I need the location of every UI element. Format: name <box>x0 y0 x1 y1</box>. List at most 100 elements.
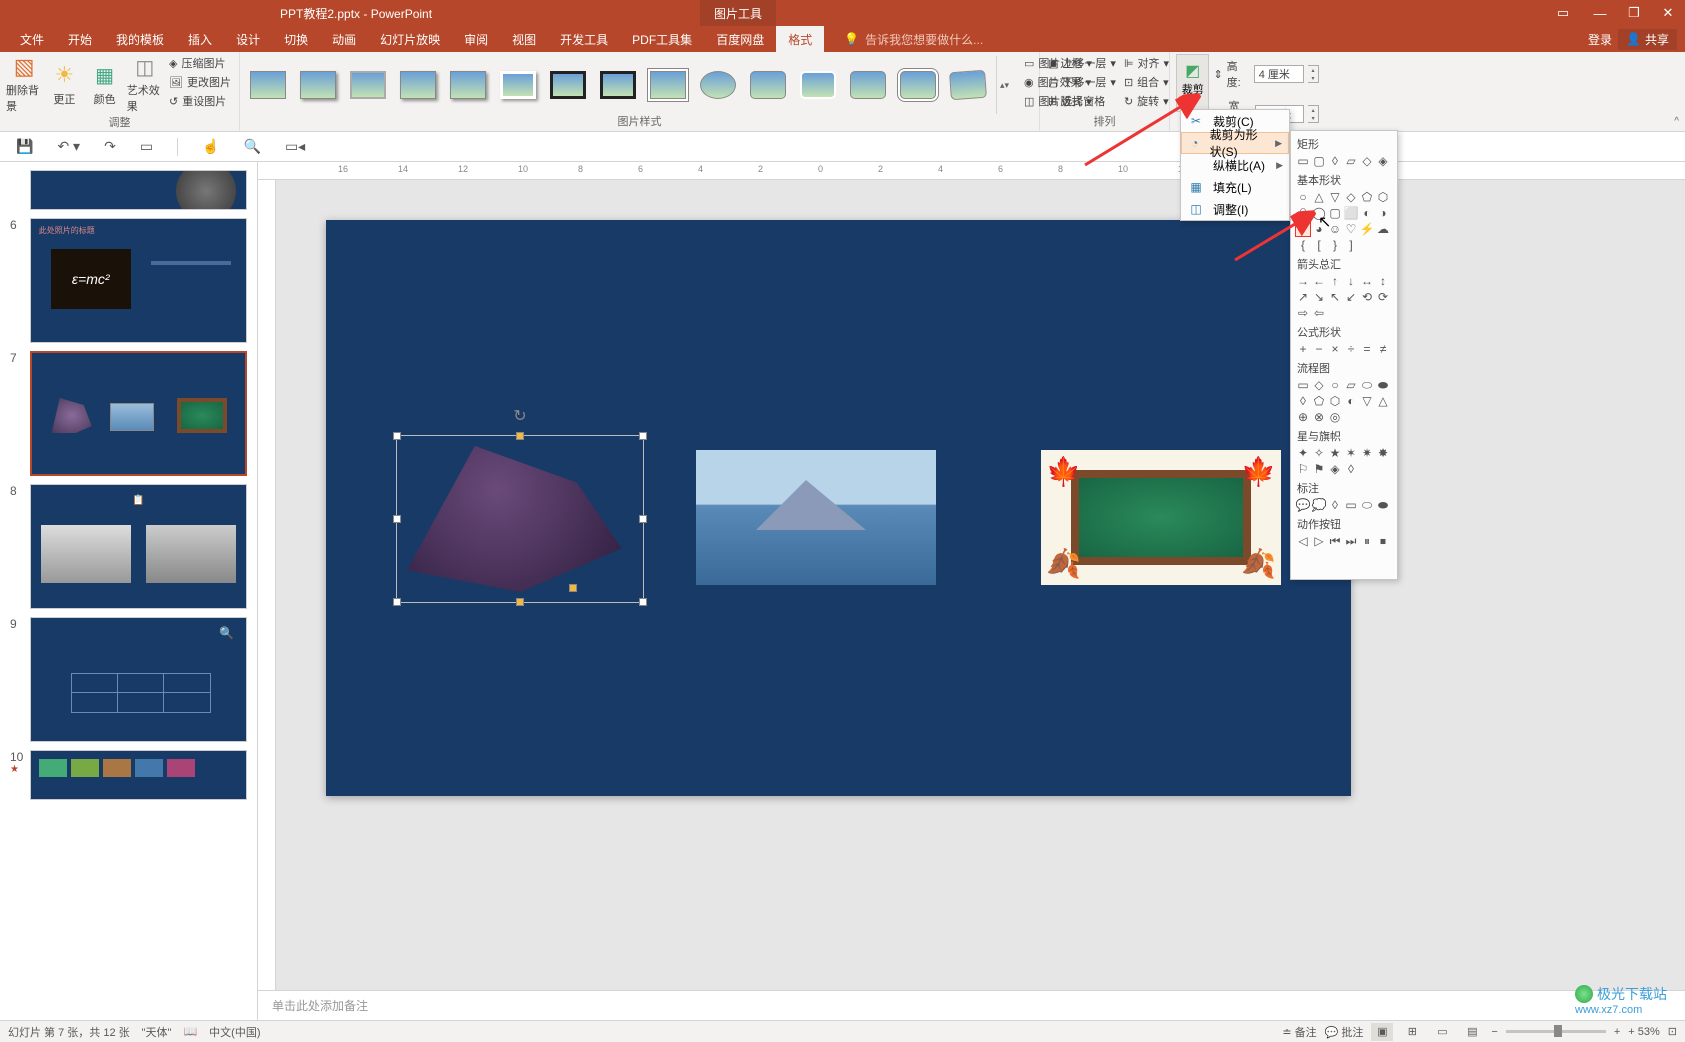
crop-button[interactable]: ◩ 裁剪 ▾ <box>1176 54 1209 112</box>
tab-transitions[interactable]: 切换 <box>272 26 320 52</box>
pic-style-11[interactable] <box>746 65 790 105</box>
fit-to-window-icon[interactable]: ⊡ <box>1668 1025 1677 1038</box>
pic-style-10[interactable] <box>696 65 740 105</box>
slide-thumb-10[interactable] <box>30 750 247 800</box>
tab-format[interactable]: 格式 <box>776 26 824 52</box>
pic-style-3[interactable] <box>346 65 390 105</box>
picture-styles-gallery[interactable]: ▴▾ <box>246 54 1012 112</box>
crop-menu-icon: ✂ <box>1187 114 1205 128</box>
share-button[interactable]: 👤 共享 <box>1618 29 1677 50</box>
tab-slideshow[interactable]: 幻灯片放映 <box>368 26 452 52</box>
pic-style-13[interactable] <box>846 65 890 105</box>
rotate-button[interactable]: ↻旋转 ▾ <box>1122 92 1171 110</box>
pic-style-12[interactable] <box>796 65 840 105</box>
tab-animations[interactable]: 动画 <box>320 26 368 52</box>
pic-style-6[interactable] <box>496 65 540 105</box>
pic-style-1[interactable] <box>246 65 290 105</box>
change-picture-button[interactable]: 🖼更改图片 <box>167 73 233 91</box>
slideshow-view-icon[interactable]: ▤ <box>1461 1023 1483 1041</box>
pic-style-5[interactable] <box>446 65 490 105</box>
tab-insert[interactable]: 插入 <box>176 26 224 52</box>
compress-picture-button[interactable]: ◈压缩图片 <box>167 54 233 72</box>
tab-design[interactable]: 设计 <box>224 26 272 52</box>
start-from-beginning-button[interactable]: ▭ <box>140 138 153 155</box>
tab-pdf[interactable]: PDF工具集 <box>620 26 704 52</box>
pic-style-15[interactable] <box>946 65 990 105</box>
artistic-effects-button[interactable]: ◫ 艺术效果 <box>127 54 163 114</box>
undo-button[interactable]: ↶ ▾ <box>57 138 80 155</box>
tab-review[interactable]: 审阅 <box>452 26 500 52</box>
menu-fill[interactable]: ▦填充(L) <box>1181 176 1289 198</box>
slide-thumb-8[interactable]: 📋 <box>30 484 247 609</box>
slide-thumb-9[interactable]: 🔍 <box>30 617 247 742</box>
zoom-icon[interactable]: 🔍 <box>244 138 261 155</box>
height-input[interactable]: 4 厘米 <box>1254 65 1304 83</box>
collapse-ribbon-icon[interactable]: ^ <box>1674 116 1679 127</box>
sorter-view-icon[interactable]: ⊞ <box>1401 1023 1423 1041</box>
align-button[interactable]: ⊫对齐 ▾ <box>1122 54 1171 72</box>
reset-picture-button[interactable]: ↺重设图片 <box>167 92 233 110</box>
close-button[interactable]: ✕ <box>1651 0 1685 26</box>
normal-view-icon[interactable]: ▣ <box>1371 1023 1393 1041</box>
chalkboard-picture[interactable]: 🍁 🍁 🍂 🍂 <box>1041 450 1281 585</box>
group-button[interactable]: ⊡组合 ▾ <box>1122 73 1171 91</box>
slide-thumbnails-panel[interactable]: 6 此处照片的标题 ε=mc² 7 8 📋 <box>0 162 258 1020</box>
crop-dropdown-menu: ✂裁剪(C) ◔裁剪为形状(S)▶ 纵横比(A)▶ ▦填充(L) ◫调整(I) <box>1180 109 1290 221</box>
ribbon-display-options-icon[interactable]: ▭ <box>1543 0 1583 26</box>
width-spinner[interactable]: ▴▾ <box>1308 105 1319 123</box>
rotate-handle-icon[interactable]: ↻ <box>513 406 526 426</box>
send-backward-button[interactable]: ▢下移一层 ▾ <box>1046 73 1118 91</box>
slide-canvas[interactable]: ↻ <box>326 220 1351 796</box>
color-button[interactable]: ▦ 颜色 <box>87 54 123 114</box>
pic-style-4[interactable] <box>396 65 440 105</box>
tab-developer[interactable]: 开发工具 <box>548 26 620 52</box>
comments-toggle[interactable]: 💬 批注 <box>1325 1024 1364 1040</box>
tab-home[interactable]: 开始 <box>56 26 104 52</box>
save-icon[interactable]: 💾 <box>16 138 33 155</box>
menu-aspect-ratio[interactable]: 纵横比(A)▶ <box>1181 154 1289 176</box>
slide-thumb-5[interactable] <box>30 170 247 210</box>
menu-fit[interactable]: ◫调整(I) <box>1181 198 1289 220</box>
remove-background-button[interactable]: ▧ 删除背景 <box>6 54 42 114</box>
notes-pane[interactable]: 单击此处添加备注 <box>258 990 1685 1020</box>
slide-number-10: 10★ <box>10 750 24 800</box>
login-link[interactable]: 登录 <box>1588 31 1612 48</box>
zoom-level[interactable]: + 53% <box>1628 1026 1660 1038</box>
tell-me-search[interactable]: 💡 告诉我您想要做什么... <box>844 31 983 48</box>
tab-file[interactable]: 文件 <box>8 26 56 52</box>
slide-canvas-area[interactable]: ↻ <box>276 180 1685 990</box>
minimize-button[interactable]: — <box>1583 0 1617 26</box>
touch-mode-icon[interactable]: ☝ <box>202 138 219 155</box>
redo-button[interactable]: ↷ <box>104 138 116 155</box>
shapes-category-flowchart: 流程图 <box>1293 357 1395 377</box>
selected-picture[interactable]: ↻ <box>396 435 644 603</box>
tab-view[interactable]: 视图 <box>500 26 548 52</box>
tab-templates[interactable]: 我的模板 <box>104 26 176 52</box>
share-label: 共享 <box>1645 31 1669 48</box>
corrections-button[interactable]: ☀ 更正 <box>46 54 82 114</box>
pic-style-8[interactable] <box>596 65 640 105</box>
restore-button[interactable]: ❐ <box>1617 0 1651 26</box>
language-indicator[interactable]: 中文(中国) <box>209 1024 260 1040</box>
macros-icon[interactable]: ▭◂ <box>285 138 305 155</box>
tab-baidu[interactable]: 百度网盘 <box>704 26 776 52</box>
notes-toggle[interactable]: ≐ 备注 <box>1282 1024 1316 1040</box>
slide-thumb-6[interactable]: 此处照片的标题 ε=mc² <box>30 218 247 343</box>
pic-style-2[interactable] <box>296 65 340 105</box>
menu-crop-to-shape[interactable]: ◔裁剪为形状(S)▶ <box>1181 132 1289 154</box>
pic-style-14[interactable] <box>896 65 940 105</box>
slide-thumb-7[interactable] <box>30 351 247 476</box>
pic-style-7[interactable] <box>546 65 590 105</box>
reading-view-icon[interactable]: ▭ <box>1431 1023 1453 1041</box>
spellcheck-icon[interactable]: 📖 <box>183 1025 197 1038</box>
zoom-slider[interactable] <box>1506 1030 1606 1033</box>
gallery-more-button[interactable]: ▴▾ <box>996 56 1012 114</box>
pic-style-9[interactable] <box>646 65 690 105</box>
zoom-out-button[interactable]: − <box>1491 1026 1497 1038</box>
height-spinner[interactable]: ▴▾ <box>1308 65 1319 83</box>
shape-rounded-rect[interactable]: ▢ <box>1311 153 1327 169</box>
bring-forward-button[interactable]: ▣上移一层 ▾ <box>1046 54 1118 72</box>
shape-rect[interactable]: ▭ <box>1295 153 1311 169</box>
zoom-in-button[interactable]: + <box>1614 1026 1620 1038</box>
selection-pane-button[interactable]: ⊞选择窗格 <box>1046 92 1118 110</box>
